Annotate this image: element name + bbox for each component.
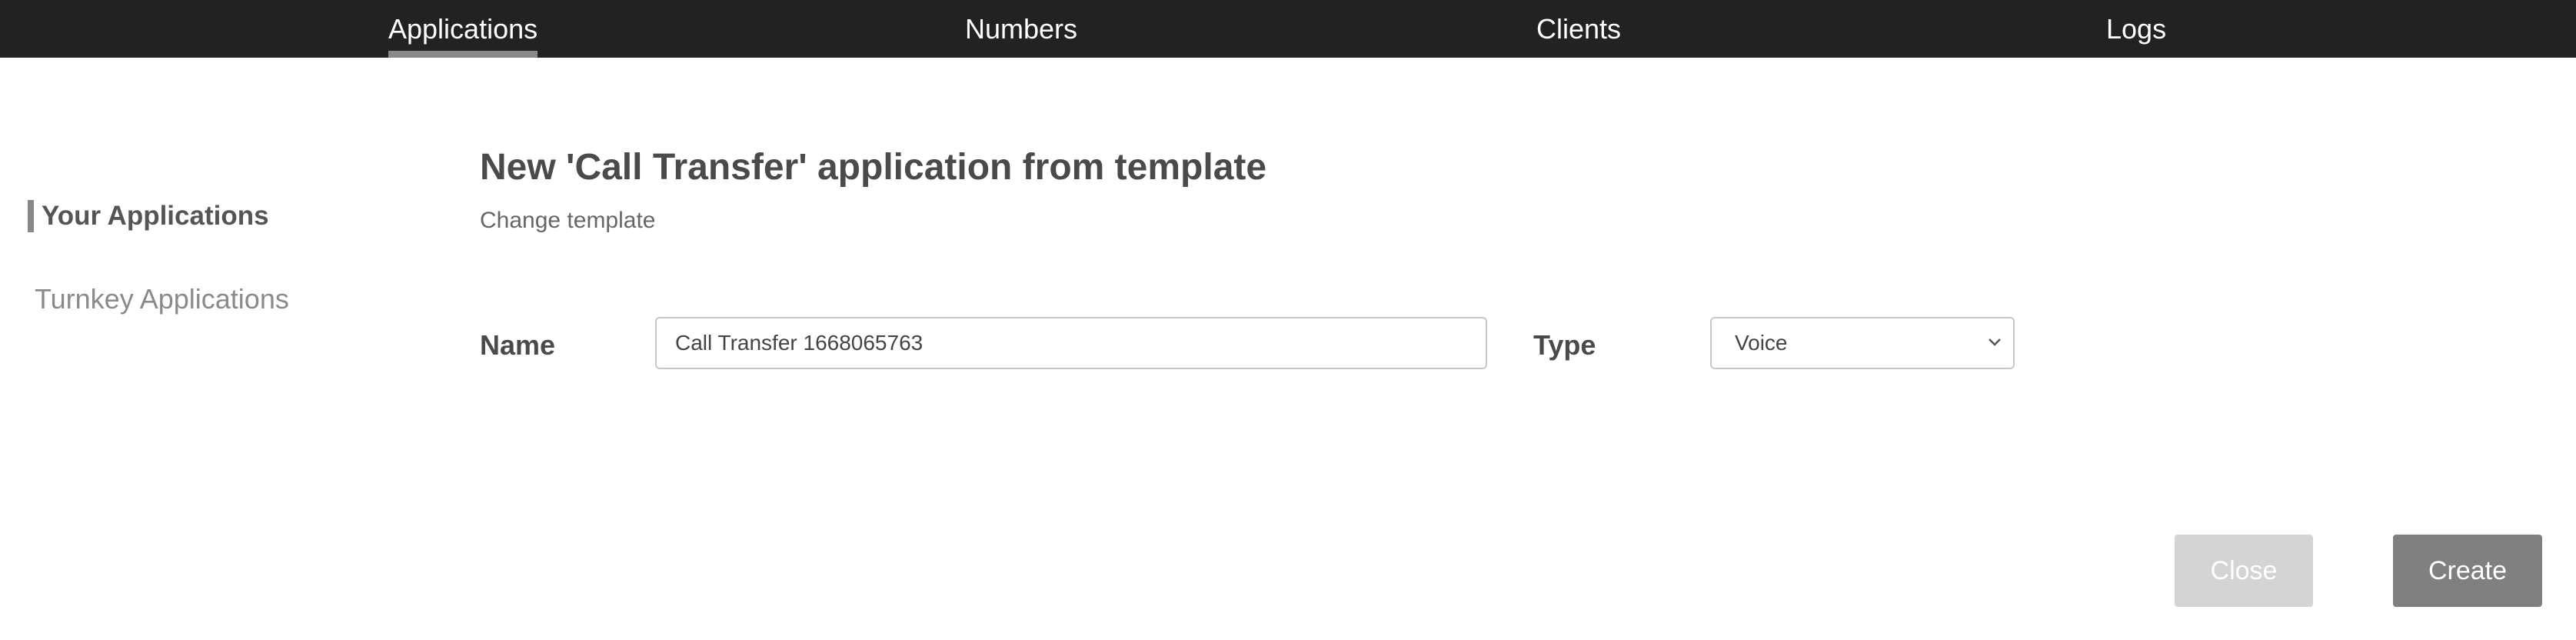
change-template-link[interactable]: Change template <box>480 208 656 234</box>
chevron-down-icon <box>1989 338 2001 346</box>
type-field-label: Type <box>1533 329 1596 361</box>
sidebar-item-turnkey-applications[interactable]: Turnkey Applications <box>35 283 289 315</box>
nav-tab-applications[interactable]: Applications <box>388 0 538 58</box>
name-field-label: Name <box>480 329 556 361</box>
sidebar-item-your-applications[interactable]: Your Applications <box>28 200 269 232</box>
top-navigation-bar: Applications Numbers Clients Logs <box>0 0 2576 58</box>
nav-tab-numbers[interactable]: Numbers <box>965 0 1077 58</box>
page-title: New 'Call Transfer' application from tem… <box>480 147 1267 188</box>
nav-tab-logs[interactable]: Logs <box>2106 0 2166 58</box>
type-select[interactable]: Voice <box>1710 317 2015 369</box>
type-select-value: Voice <box>1735 331 1788 355</box>
create-button[interactable]: Create <box>2393 535 2542 607</box>
close-button[interactable]: Close <box>2175 535 2313 607</box>
nav-tab-clients[interactable]: Clients <box>1536 0 1621 58</box>
name-input[interactable] <box>655 317 1487 369</box>
